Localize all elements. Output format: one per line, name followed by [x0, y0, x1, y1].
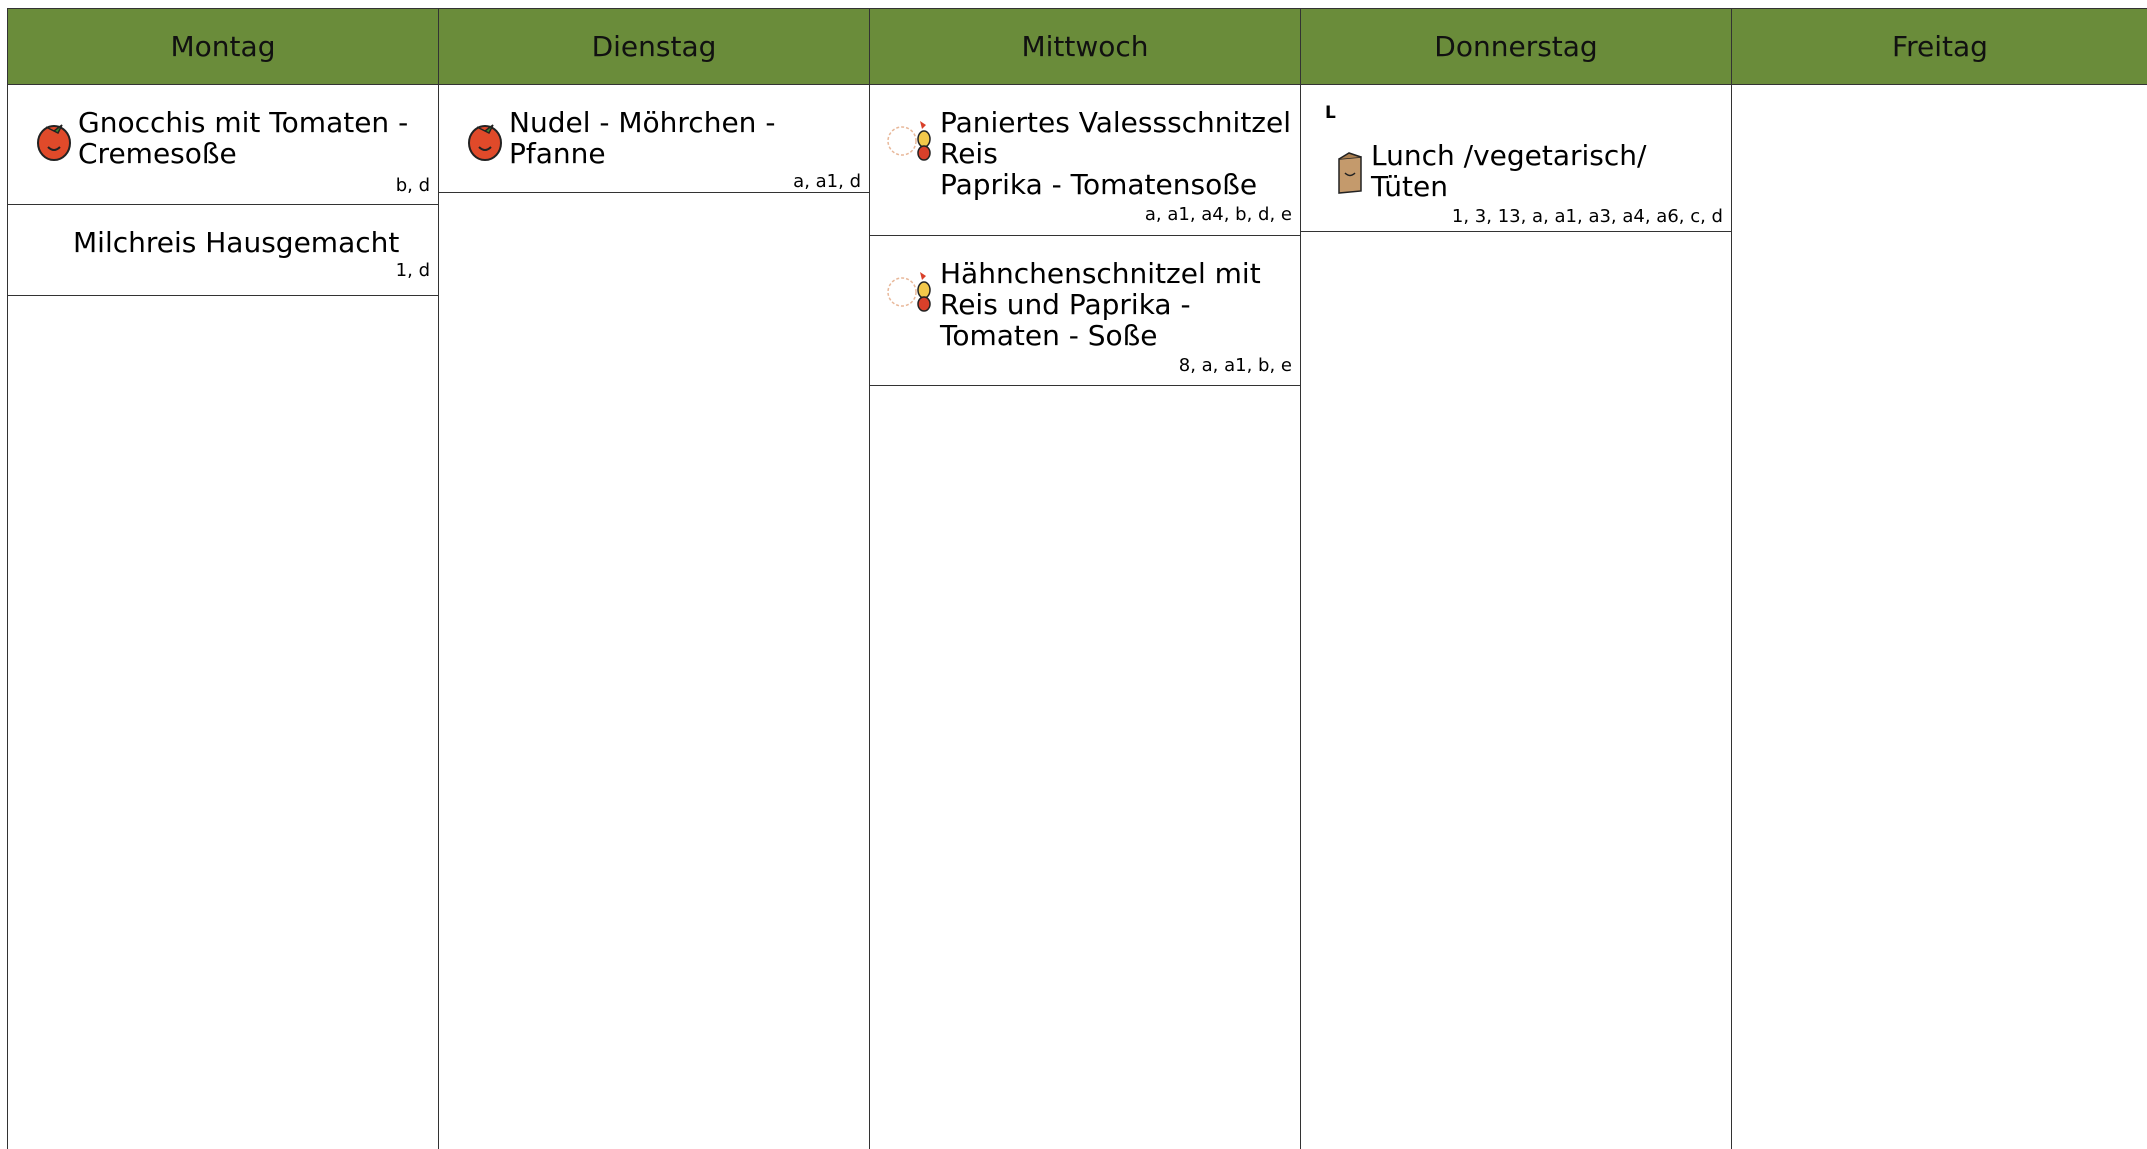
- meal-name: Gnocchis mit Tomaten - Cremesoße: [78, 106, 409, 170]
- day-column-mittwoch: Mittwoch Paniertes Valessschnitzel Reis …: [870, 9, 1301, 1149]
- day-header: Montag: [8, 9, 438, 85]
- meal-item[interactable]: Gnocchis mit Tomaten - Cremesoße b, d: [8, 85, 438, 205]
- meal-item[interactable]: Milchreis Hausgemacht 1, d: [8, 205, 438, 296]
- meal-name: Paniertes Valessschnitzel Reis Paprika -…: [940, 106, 1291, 201]
- allergens: 8, a, a1, b, e: [1178, 355, 1292, 376]
- allergens: b, d: [395, 175, 430, 196]
- day-header: Freitag: [1732, 9, 2147, 85]
- day-column-donnerstag: Donnerstag L Lunch /vegetarisch/ Tüten 1…: [1301, 9, 1732, 1149]
- meal-item[interactable]: Paniertes Valessschnitzel Reis Paprika -…: [870, 85, 1300, 236]
- chicken-icon: [882, 268, 932, 312]
- day-header: Dienstag: [439, 9, 869, 85]
- tomato-icon: [467, 117, 503, 161]
- allergens: 1, 3, 13, a, a1, a3, a4, a6, c, d: [1451, 206, 1723, 227]
- meal-name: Hähnchenschnitzel mit Reis und Paprika -…: [940, 257, 1261, 352]
- day-column-freitag: Freitag: [1732, 9, 2147, 1149]
- meal-item[interactable]: Hähnchenschnitzel mit Reis und Paprika -…: [870, 236, 1300, 386]
- allergens: a, a1, a4, b, d, e: [1144, 204, 1292, 225]
- day-header: Donnerstag: [1301, 9, 1731, 85]
- weekly-menu-table: Montag Gnocchis mit Tomaten - Cremesoße …: [7, 8, 2147, 1149]
- meal-name: Nudel - Möhrchen - Pfanne: [509, 106, 776, 170]
- day-header: Mittwoch: [870, 9, 1300, 85]
- day-column-montag: Montag Gnocchis mit Tomaten - Cremesoße …: [8, 9, 439, 1149]
- meal-name: Lunch /vegetarisch/ Tüten: [1371, 139, 1647, 203]
- lunch-bag-icon: [1335, 151, 1365, 195]
- meal-item[interactable]: Nudel - Möhrchen - Pfanne a, a1, d: [439, 85, 869, 193]
- meal-item[interactable]: L Lunch /vegetarisch/ Tüten 1, 3, 13, a,…: [1301, 85, 1731, 232]
- allergens: a, a1, d: [793, 171, 861, 192]
- allergens: 1, d: [395, 260, 430, 281]
- tomato-icon: [36, 117, 72, 161]
- meal-marker: L: [1325, 103, 1336, 123]
- chicken-icon: [882, 117, 932, 161]
- meal-name: Milchreis Hausgemacht: [73, 226, 400, 259]
- day-column-dienstag: Dienstag Nudel - Möhrchen - Pfanne a, a1…: [439, 9, 870, 1149]
